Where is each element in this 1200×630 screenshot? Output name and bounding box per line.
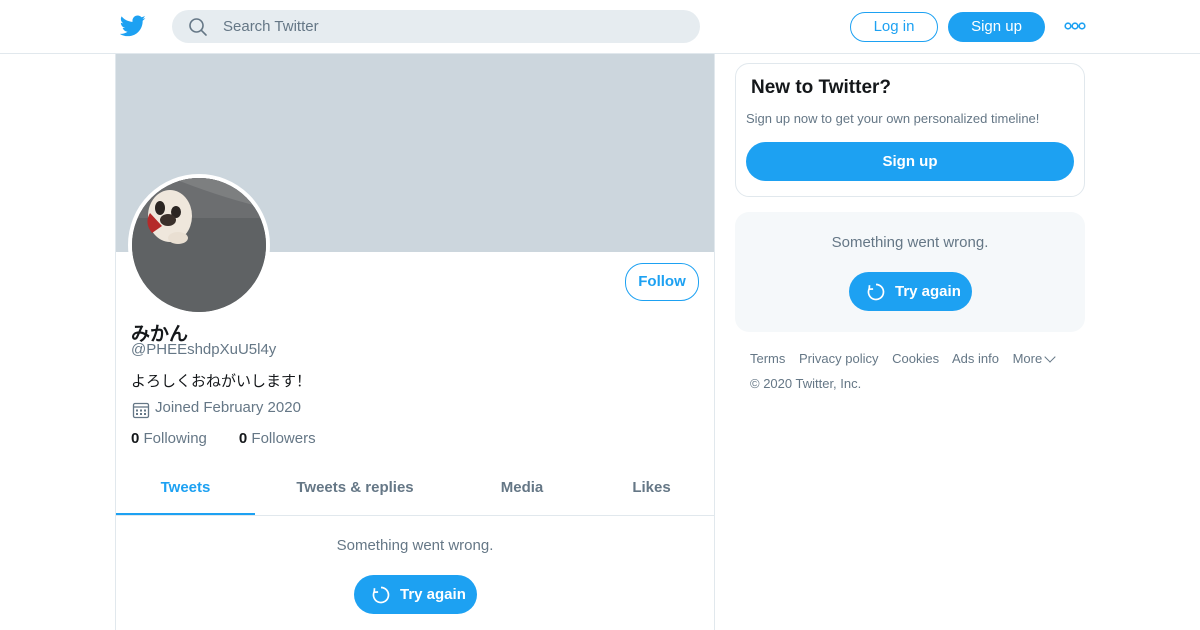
try-again-button[interactable]: Try again [354,575,477,614]
tab-tweets[interactable]: Tweets [116,465,255,515]
avatar[interactable] [128,174,270,316]
footer-link-more: More [1012,351,1043,366]
following-link[interactable]: 0 Following [131,430,207,447]
profile-tabs: Tweets Tweets & replies Media Likes [116,465,714,516]
followers-count: 0 [238,430,248,447]
follow-stats: 0 Following 0 Followers [131,430,316,447]
footer-link-ads-info[interactable]: Ads info [952,351,999,366]
footer-link-cookies[interactable]: Cookies [892,351,939,366]
refresh-icon [372,586,390,604]
new-to-twitter-subtitle: Sign up now to get your own personalized… [746,111,1040,126]
footer-more-menu[interactable]: More [1012,351,1056,366]
more-dots-icon[interactable] [1064,20,1086,32]
follow-button[interactable]: Follow [625,263,699,301]
followers-label: Followers [251,430,316,447]
sidebar-try-again-label: Try again [895,283,961,300]
chevron-down-icon [1044,351,1056,363]
refresh-icon [867,283,885,301]
top-navigation-bar: Search Twitter Log in Sign up [0,0,1200,54]
profile-column: Follow みかん @PHEEshdpXuU5l4y よろしくおねがいします！… [115,54,715,630]
search-input[interactable]: Search Twitter [172,10,700,43]
joined-label: Joined February 2020 [155,399,301,416]
tab-tweets-replies[interactable]: Tweets & replies [255,465,455,515]
calendar-icon [132,402,150,419]
new-to-twitter-card: New to Twitter? Sign up now to get your … [735,63,1085,197]
sidebar-try-again-button[interactable]: Try again [849,272,972,311]
sidebar-error-card: Something went wrong. Try again [735,212,1085,332]
profile-bio: よろしくおねがいします！ [131,373,312,390]
sidebar-error-message: Something went wrong. [831,234,989,251]
footer-link-privacy[interactable]: Privacy policy [799,351,878,366]
profile-handle: @PHEEshdpXuU5l4y [131,341,277,358]
copyright: © 2020 Twitter, Inc. [750,376,862,391]
try-again-label: Try again [400,586,466,603]
sidebar-signup-button[interactable]: Sign up [746,142,1074,181]
followers-link[interactable]: 0 Followers [239,430,316,447]
search-placeholder: Search Twitter [223,18,319,35]
twitter-bird-icon[interactable] [120,13,146,39]
tab-likes[interactable]: Likes [589,465,714,515]
search-icon [189,18,207,36]
signup-button[interactable]: Sign up [948,12,1045,42]
tab-media[interactable]: Media [455,465,589,515]
following-label: Following [143,430,207,447]
timeline-error-message: Something went wrong. [336,537,494,554]
footer-link-terms[interactable]: Terms [750,351,785,366]
following-count: 0 [131,430,140,447]
avatar-photo [132,178,266,312]
login-button[interactable]: Log in [850,12,938,42]
footer: Terms Privacy policy Cookies Ads info Mo… [750,351,1056,391]
new-to-twitter-title: New to Twitter? [751,77,892,98]
